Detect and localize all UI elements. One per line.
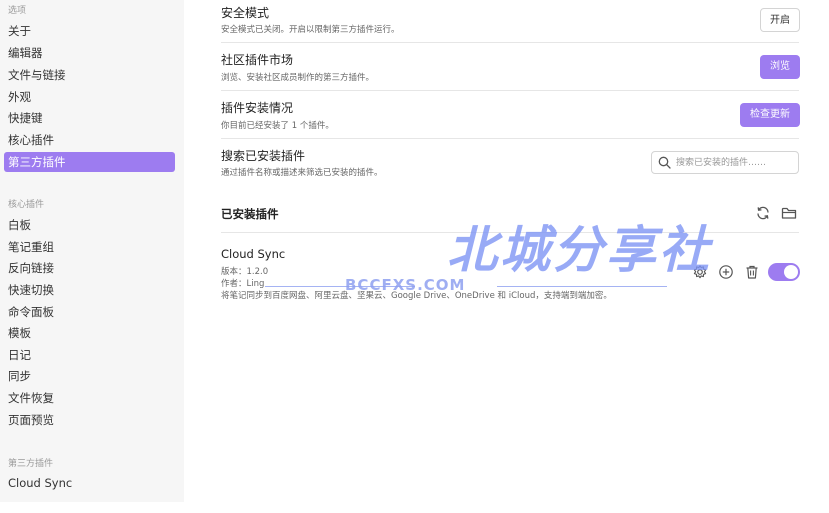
install-status-desc: 你目前已经安装了 1 个插件。 — [221, 121, 334, 131]
watermark-site: BCCFXS.COM — [345, 276, 466, 294]
sidebar-item-sync[interactable]: 同步 — [0, 366, 184, 386]
sidebar-item-appearance[interactable]: 外观 — [0, 87, 184, 107]
search-installed-desc: 通过插件名称或描述来筛选已安装的插件。 — [221, 168, 383, 178]
toggle-knob — [784, 265, 798, 279]
sidebar-item-hotkeys[interactable]: 快捷键 — [0, 108, 184, 128]
sidebar-item-cloud-sync[interactable]: Cloud Sync — [0, 473, 184, 493]
community-market-title: 社区插件市场 — [221, 53, 294, 67]
safe-mode-desc: 安全模式已关闭。开启以限制第三方插件运行。 — [221, 25, 400, 35]
community-market-desc: 浏览、安装社区成员制作的第三方插件。 — [221, 73, 375, 83]
watermark-logo: 北城分享社 — [447, 221, 712, 279]
plugin-enable-toggle[interactable] — [768, 263, 800, 281]
search-installed-box[interactable] — [651, 151, 799, 174]
sidebar-heading-community-plugins: 第三方插件 — [8, 459, 54, 469]
sidebar-item-backlinks[interactable]: 反向链接 — [0, 258, 184, 278]
plugin-version: 版本：1.2.0 — [221, 267, 269, 277]
sidebar-item-quick-switcher[interactable]: 快速切换 — [0, 280, 184, 300]
sidebar-item-command-palette[interactable]: 命令面板 — [0, 302, 184, 322]
sidebar-item-core-plugins[interactable]: 核心插件 — [0, 130, 184, 150]
installed-plugins-heading: 已安装插件 — [221, 207, 279, 221]
search-installed-input[interactable] — [676, 155, 794, 170]
search-icon — [658, 156, 671, 169]
divider — [221, 138, 799, 139]
sidebar-heading-core-plugins: 核心插件 — [8, 200, 45, 210]
divider — [221, 42, 799, 43]
plugin-author: 作者：Ling — [221, 279, 265, 289]
sidebar-item-note-composer[interactable]: 笔记重组 — [0, 237, 184, 257]
settings-content: 安全模式 安全模式已关闭。开启以限制第三方插件运行。 开启 社区插件市场 浏览、… — [185, 0, 829, 513]
sidebar-item-page-preview[interactable]: 页面预览 — [0, 410, 184, 430]
search-installed-title: 搜索已安装插件 — [221, 149, 306, 163]
sidebar-item-canvas[interactable]: 白板 — [0, 215, 184, 235]
sidebar-item-files-links[interactable]: 文件与链接 — [0, 65, 184, 85]
safe-mode-toggle-button[interactable]: 开启 — [760, 8, 800, 32]
sidebar-item-templates[interactable]: 模板 — [0, 323, 184, 343]
plugin-name: Cloud Sync — [221, 247, 286, 261]
sidebar-item-daily-notes[interactable]: 日记 — [0, 345, 184, 365]
settings-sidebar: 选项 关于 编辑器 文件与链接 外观 快捷键 核心插件 第三方插件 核心插件 白… — [0, 0, 184, 502]
sidebar-item-community-plugins[interactable]: 第三方插件 — [4, 152, 175, 172]
check-updates-button[interactable]: 检查更新 — [740, 103, 800, 127]
sidebar-item-file-recovery[interactable]: 文件恢复 — [0, 388, 184, 408]
browse-button[interactable]: 浏览 — [760, 55, 800, 79]
divider — [221, 90, 799, 91]
sidebar-heading-options: 选项 — [8, 6, 27, 16]
sidebar-item-about[interactable]: 关于 — [0, 21, 184, 41]
sidebar-item-editor[interactable]: 编辑器 — [0, 43, 184, 63]
safe-mode-title: 安全模式 — [221, 6, 270, 20]
reload-icon[interactable] — [755, 205, 771, 221]
watermark-line — [497, 286, 667, 287]
folder-icon[interactable] — [781, 205, 797, 221]
install-status-title: 插件安装情况 — [221, 101, 294, 115]
